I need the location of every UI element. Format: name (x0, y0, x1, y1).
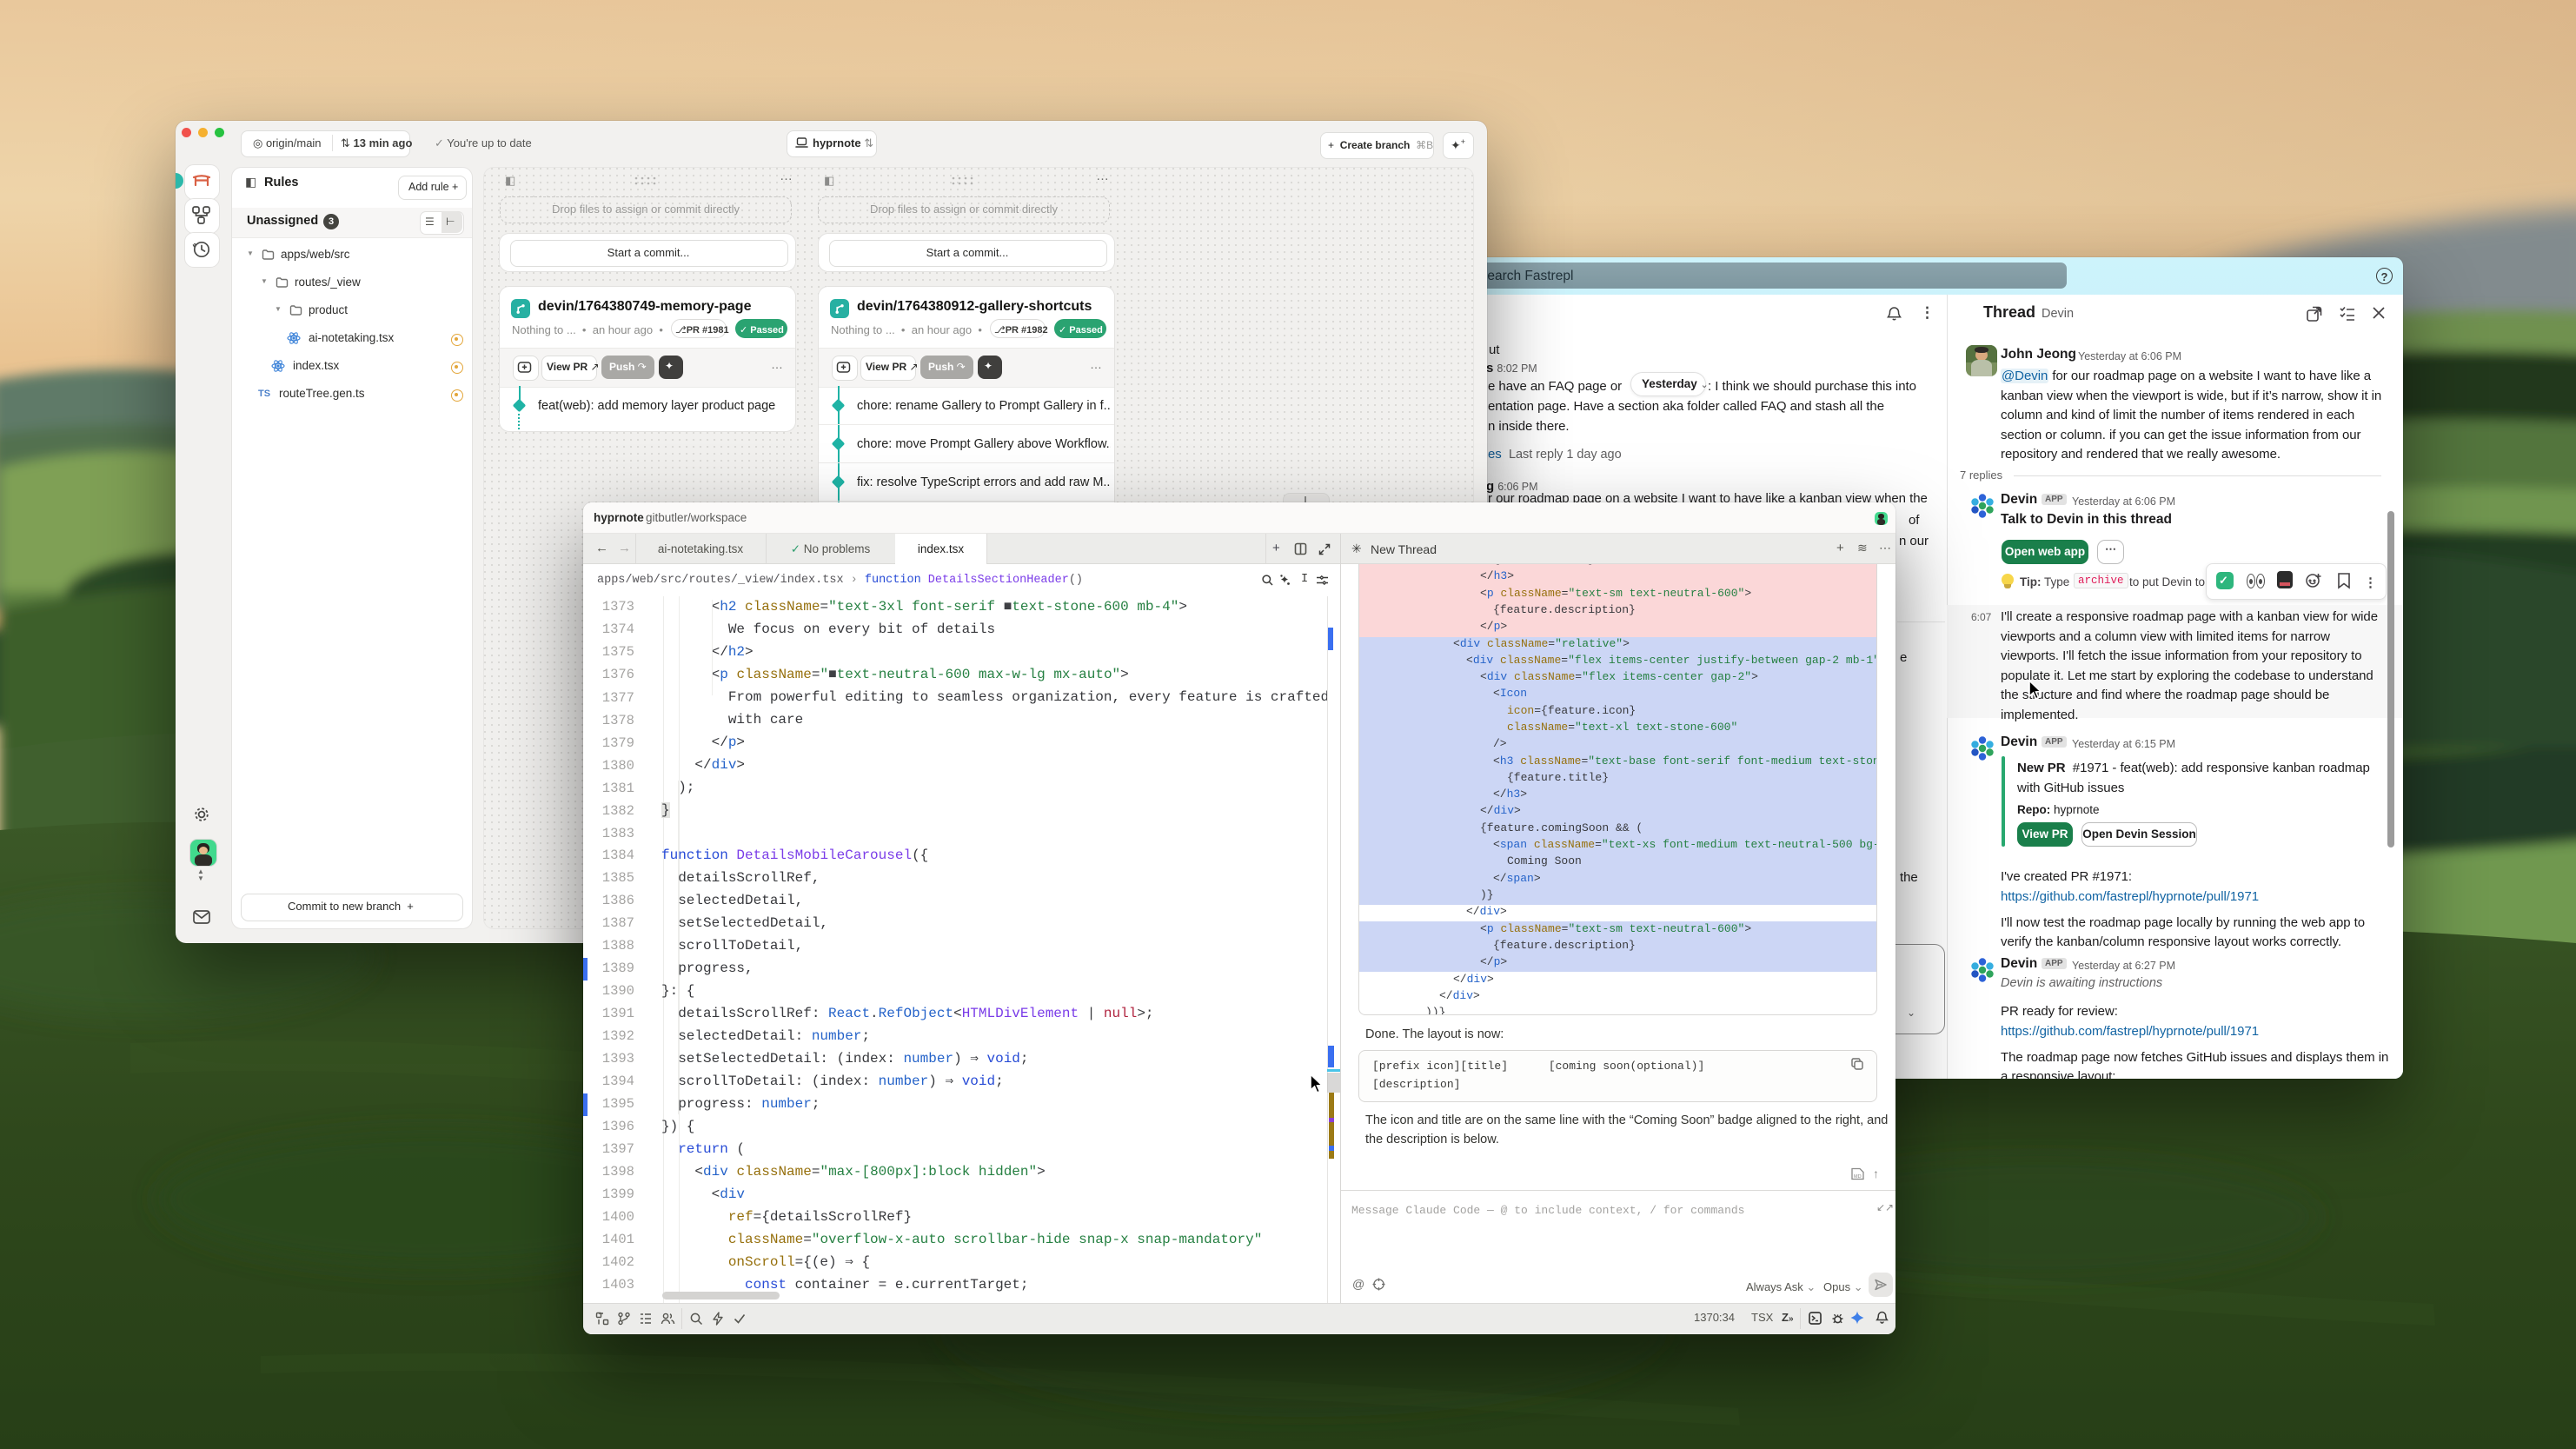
svg-text:MD: MD (1854, 1174, 1862, 1180)
